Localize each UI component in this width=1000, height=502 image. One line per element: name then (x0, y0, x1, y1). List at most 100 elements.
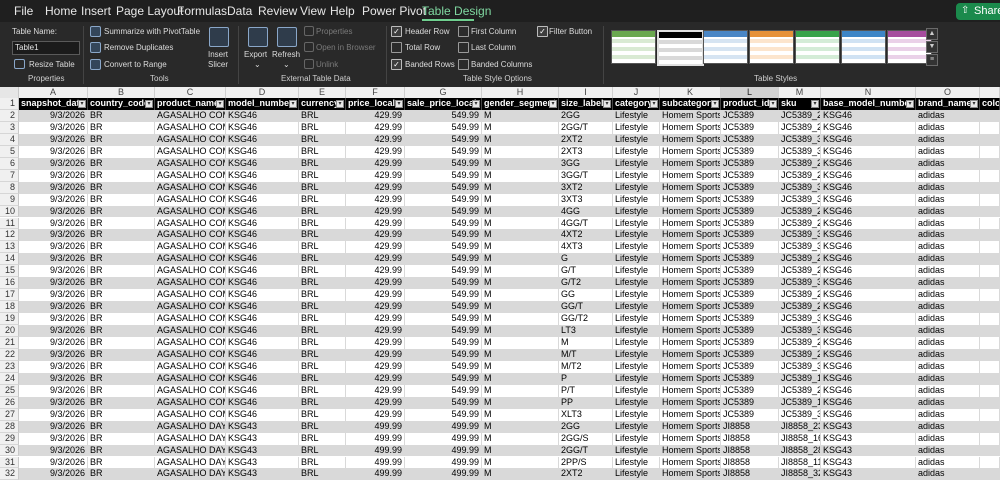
gallery-scroll-down-icon[interactable]: ▼ (926, 41, 938, 53)
table-cell[interactable]: KSG46 (226, 396, 299, 409)
table-cell[interactable]: 549.99 (405, 181, 482, 194)
table-cell[interactable] (980, 121, 1000, 134)
header-row-option[interactable]: ✓ Header Row (391, 25, 455, 37)
row-number[interactable]: 13 (0, 241, 19, 254)
table-cell[interactable]: 9/3/2026 (19, 372, 88, 385)
table-cell[interactable]: JC5389 (721, 181, 779, 194)
table-cell[interactable]: JC5389_35 (779, 145, 821, 158)
table-cell[interactable]: AGASALHO COM CAPUZ (155, 145, 226, 158)
table-cell[interactable]: KSG43 (821, 420, 916, 433)
table-cell[interactable]: 549.99 (405, 360, 482, 373)
table-cell[interactable]: BRL (299, 348, 346, 361)
table-cell[interactable]: KSG46 (821, 360, 916, 373)
table-cell[interactable]: 429.99 (346, 181, 405, 194)
table-cell[interactable] (980, 372, 1000, 385)
table-cell[interactable]: JC5389 (721, 325, 779, 337)
table-cell[interactable]: 4GG (559, 205, 613, 218)
row-number[interactable]: 22 (0, 348, 19, 361)
table-cell[interactable]: M (482, 432, 559, 445)
insert-slicer-button[interactable]: Insert Slicer (205, 25, 231, 71)
table-cell[interactable]: KSG43 (821, 432, 916, 445)
table-cell[interactable]: Homem Sportswear (660, 337, 721, 349)
table-cell[interactable]: 499.99 (346, 468, 405, 481)
table-cell[interactable]: KSG43 (226, 468, 299, 481)
table-cell[interactable]: KSG43 (821, 468, 916, 481)
table-cell[interactable]: KSG46 (226, 313, 299, 326)
table-cell[interactable]: 429.99 (346, 408, 405, 421)
column-header-a[interactable]: A (19, 87, 88, 98)
table-cell[interactable]: KSG46 (821, 265, 916, 278)
table-cell[interactable]: JI8858_110 (779, 456, 821, 469)
table-cell[interactable]: BRL (299, 420, 346, 433)
table-cell[interactable]: JC5389 (721, 145, 779, 158)
table-cell[interactable]: 9/3/2026 (19, 241, 88, 254)
table-cell[interactable] (980, 432, 1000, 445)
table-cell[interactable]: BR (88, 229, 155, 242)
table-cell[interactable]: M (482, 372, 559, 385)
table-cell[interactable]: KSG46 (226, 241, 299, 254)
table-cell[interactable]: KSG46 (226, 360, 299, 373)
table-cell[interactable]: Lifestyle (613, 229, 660, 242)
table-cell[interactable]: AGASALHO COM CAPUZ (155, 325, 226, 337)
table-cell[interactable]: G (559, 253, 613, 266)
filter-dropdown-icon[interactable]: ▾ (906, 100, 914, 108)
table-cell[interactable]: M (482, 313, 559, 326)
table-cell[interactable]: Lifestyle (613, 313, 660, 326)
table-cell[interactable]: 549.99 (405, 109, 482, 122)
table-cell[interactable]: JC5389 (721, 121, 779, 134)
table-cell[interactable]: 9/3/2026 (19, 456, 88, 469)
table-cell[interactable]: Homem Sportswear (660, 229, 721, 242)
table-cell[interactable]: KSG46 (821, 325, 916, 337)
table-cell[interactable]: JI8858 (721, 456, 779, 469)
table-cell[interactable]: Lifestyle (613, 217, 660, 230)
column-header-h[interactable]: H (482, 87, 559, 98)
table-cell[interactable]: adidas (916, 253, 980, 266)
table-cell[interactable]: Lifestyle (613, 456, 660, 469)
table-cell[interactable]: Homem Sportswear (660, 109, 721, 122)
table-cell[interactable]: KSG46 (821, 205, 916, 218)
table-cell[interactable]: M (482, 181, 559, 194)
table-cell[interactable]: adidas (916, 145, 980, 158)
table-cell[interactable]: M (482, 444, 559, 457)
table-cell[interactable]: JC5389_33 (779, 229, 821, 242)
table-cell[interactable]: BR (88, 277, 155, 290)
table-cell[interactable] (980, 229, 1000, 242)
table-cell[interactable]: adidas (916, 133, 980, 146)
table-cell[interactable]: 549.99 (405, 325, 482, 337)
table-cell[interactable]: AGASALHO COM CAPUZ (155, 193, 226, 206)
table-cell[interactable]: JC5389_31 (779, 277, 821, 290)
table-cell[interactable]: BRL (299, 360, 346, 373)
table-cell[interactable]: KSG46 (821, 384, 916, 397)
table-cell[interactable]: JC5389_29 (779, 169, 821, 182)
table-cell[interactable]: Lifestyle (613, 301, 660, 314)
table-cell[interactable]: M (482, 253, 559, 266)
table-cell[interactable]: adidas (916, 277, 980, 290)
table-cell[interactable]: Lifestyle (613, 444, 660, 457)
table-cell[interactable]: Lifestyle (613, 241, 660, 254)
table-cell[interactable]: 2GG/S (559, 432, 613, 445)
table-cell[interactable]: JC5389 (721, 301, 779, 314)
table-cell[interactable]: KSG46 (821, 217, 916, 230)
table-cell[interactable]: 549.99 (405, 145, 482, 158)
table-header-cell[interactable]: gender_segment (482, 98, 559, 110)
table-cell[interactable]: 429.99 (346, 253, 405, 266)
table-cell[interactable]: 4XT2 (559, 229, 613, 242)
column-header-k[interactable]: K (660, 87, 721, 98)
table-cell[interactable]: KSG46 (821, 121, 916, 134)
table-cell[interactable]: KSG43 (226, 420, 299, 433)
table-cell[interactable]: JI8858_230 (779, 420, 821, 433)
table-cell[interactable]: 429.99 (346, 360, 405, 373)
table-cell[interactable]: KSG46 (226, 205, 299, 218)
table-cell[interactable]: JC5389_21 (779, 253, 821, 266)
table-cell[interactable]: JC5389 (721, 193, 779, 206)
total-row-option[interactable]: Total Row (391, 41, 455, 53)
column-header-j[interactable]: J (613, 87, 660, 98)
table-cell[interactable]: Homem Sportswear (660, 301, 721, 314)
table-cell[interactable]: KSG46 (226, 217, 299, 230)
table-cell[interactable]: KSG46 (821, 133, 916, 146)
table-cell[interactable]: JC5389 (721, 169, 779, 182)
table-cell[interactable]: JC5389_32 (779, 313, 821, 326)
menu-review[interactable]: Review (258, 4, 297, 18)
table-cell[interactable]: KSG46 (821, 157, 916, 170)
table-cell[interactable]: 549.99 (405, 133, 482, 146)
